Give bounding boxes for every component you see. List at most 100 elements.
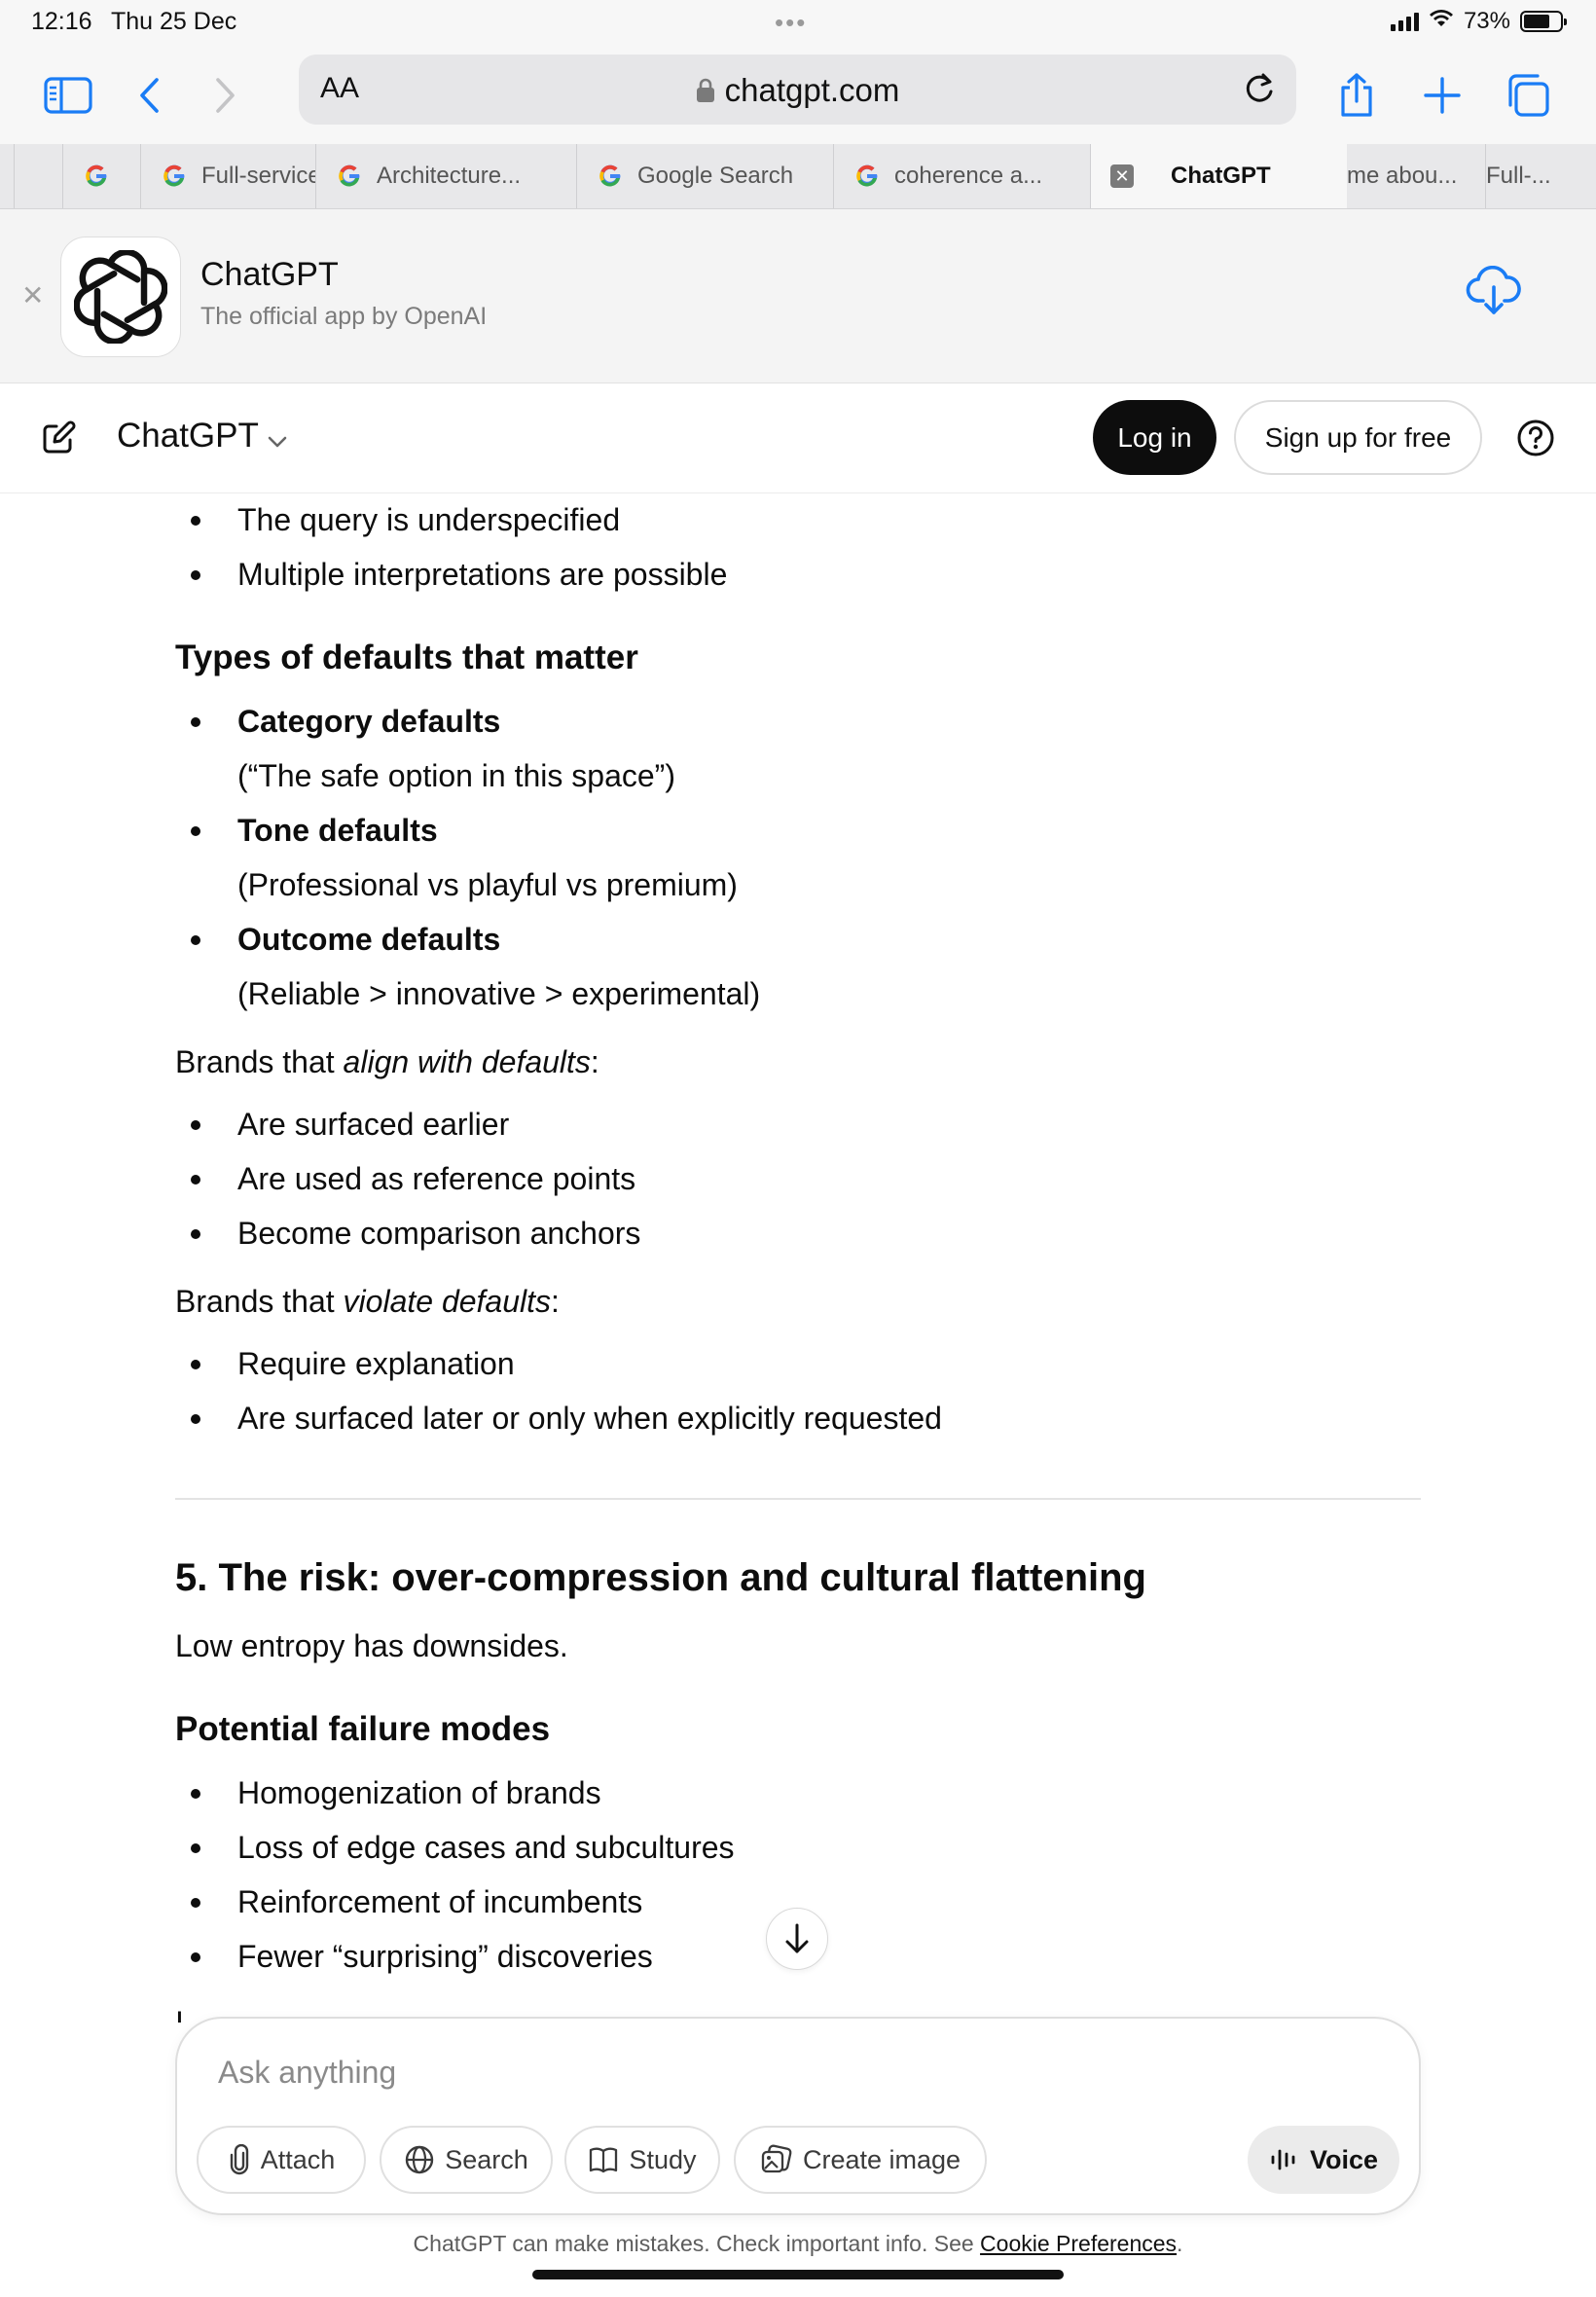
google-icon: [161, 163, 188, 190]
disclaimer-text: ChatGPT can make mistakes. Check importa…: [413, 2231, 981, 2256]
tab-6[interactable]: coherence a...: [833, 144, 1090, 208]
attach-button[interactable]: Attach: [197, 2126, 366, 2194]
status-indicators: 73%: [1390, 8, 1567, 35]
conversation-content: The query is underspecified Multiple int…: [175, 492, 1421, 1984]
book-icon: [590, 2147, 618, 2173]
paragraph: Brands that violate defaults:: [175, 1274, 1421, 1329]
smart-app-banner: ✕ ChatGPT The official app by OpenAI: [0, 209, 1596, 383]
list-item: Loss of edge cases and subcultures: [175, 1820, 1421, 1875]
url-text: chatgpt.com: [724, 72, 900, 108]
google-icon: [853, 163, 881, 190]
banner-app-subtitle: The official app by OpenAI: [200, 303, 488, 330]
tab-2[interactable]: [62, 144, 140, 208]
study-label: Study: [629, 2144, 697, 2174]
message-input[interactable]: [216, 2050, 1290, 2095]
list-item: Are used as reference points: [175, 1151, 1421, 1206]
message-composer: Attach Search Study Create image Voice: [175, 2017, 1421, 2215]
multitasking-dots[interactable]: •••: [775, 8, 807, 38]
new-tab-icon[interactable]: [1415, 68, 1469, 123]
create-image-label: Create image: [802, 2144, 961, 2174]
list-item: Multiple interpretations are possible: [175, 547, 1421, 602]
cloud-download-icon[interactable]: [1466, 265, 1522, 321]
section-heading: 5. The risk: over-compression and cultur…: [175, 1556, 1146, 1599]
emphasis-text: align with defaults: [343, 1044, 591, 1079]
status-time: 12:16: [31, 8, 92, 35]
search-button[interactable]: Search: [380, 2126, 553, 2194]
cut-off-text: I: [175, 2005, 184, 2023]
list-item: The query is underspecified: [175, 492, 1421, 547]
tab-overview-icon[interactable]: [1501, 68, 1555, 123]
help-icon[interactable]: [1516, 419, 1555, 462]
reload-icon[interactable]: [1240, 70, 1279, 114]
list-item: Are surfaced later or only when explicit…: [175, 1391, 1421, 1445]
paragraph-text: :: [590, 1044, 599, 1079]
tab-label: Full-...: [1486, 163, 1551, 189]
banner-app-title: ChatGPT: [200, 256, 339, 293]
voice-waveform-icon: [1271, 2149, 1295, 2170]
tab-label: Google Search: [637, 163, 794, 189]
chatgpt-header: ChatGPT Log in Sign up for free: [0, 383, 1596, 493]
google-icon: [336, 163, 363, 190]
paragraph: Low entropy has downsides.: [175, 1628, 568, 1663]
tab-8[interactable]: Full-...: [1485, 144, 1596, 208]
browser-toolbar: AA chatgpt.com: [0, 47, 1596, 144]
battery-percent: 73%: [1463, 8, 1510, 34]
create-image-button[interactable]: Create image: [734, 2126, 987, 2194]
list-item-description: (“The safe option in this space”): [237, 758, 675, 793]
disclaimer: ChatGPT can make mistakes. Check importa…: [0, 2231, 1596, 2257]
emphasis-text: violate defaults: [343, 1284, 552, 1319]
divider: [175, 1498, 1421, 1500]
list-item: Homogenization of brands: [175, 1766, 1421, 1820]
status-date: Thu 25 Dec: [111, 8, 237, 35]
lock-icon: [696, 74, 715, 111]
list-item-description: (Reliable > innovative > experimental): [237, 976, 761, 1011]
list-item: Become comparison anchors: [175, 1206, 1421, 1260]
list-item: Category defaults: [175, 694, 1421, 748]
paperclip-icon: [230, 2144, 248, 2175]
voice-button[interactable]: Voice: [1248, 2126, 1399, 2194]
search-label: Search: [445, 2144, 528, 2174]
image-icon: [761, 2144, 792, 2173]
attach-label: Attach: [260, 2144, 336, 2174]
forward-icon[interactable]: [198, 68, 252, 123]
close-icon[interactable]: ✕: [21, 279, 44, 311]
tab-7[interactable]: me abou...: [1347, 144, 1485, 208]
tab-label: me abou...: [1347, 163, 1458, 189]
list-item: Are surfaced earlier: [175, 1097, 1421, 1151]
tab-1[interactable]: [14, 144, 62, 208]
home-indicator[interactable]: [532, 2270, 1064, 2279]
list-item: Require explanation: [175, 1336, 1421, 1391]
openai-logo-icon: [60, 237, 181, 357]
tab-4[interactable]: Architecture...: [315, 144, 576, 208]
sign-up-button[interactable]: Sign up for free: [1234, 400, 1482, 475]
paragraph: Brands that align with defaults:: [175, 1035, 1421, 1089]
section-heading: Potential failure modes: [175, 1710, 551, 1748]
tab-chatgpt-active[interactable]: ✕ ChatGPT: [1090, 144, 1347, 208]
new-chat-icon[interactable]: [39, 419, 78, 462]
close-tab-icon[interactable]: ✕: [1110, 164, 1134, 188]
list-item: Outcome defaults: [175, 912, 1421, 966]
study-button[interactable]: Study: [564, 2126, 720, 2194]
cookie-preferences-link[interactable]: Cookie Preferences: [980, 2231, 1177, 2256]
address-bar[interactable]: AA chatgpt.com: [299, 55, 1296, 125]
tab-label: coherence a...: [894, 163, 1043, 189]
tab-label: Full-service: [201, 163, 315, 189]
tab-bar: Full-service Architecture... Google Sear…: [0, 144, 1596, 209]
tab-3[interactable]: Full-service: [140, 144, 315, 208]
voice-label: Voice: [1309, 2144, 1379, 2174]
share-icon[interactable]: [1329, 68, 1384, 123]
model-selector[interactable]: ChatGPT: [117, 417, 288, 457]
back-icon[interactable]: [123, 68, 177, 123]
google-icon: [83, 163, 110, 190]
arrow-down-icon: [785, 1923, 809, 1953]
paragraph-text: Brands that: [175, 1284, 344, 1319]
model-selector-label: ChatGPT: [117, 417, 259, 455]
sidebar-toggle-icon[interactable]: [41, 68, 95, 123]
log-in-button[interactable]: Log in: [1093, 400, 1216, 475]
list-item: Tone defaults: [175, 803, 1421, 857]
scroll-to-bottom-button[interactable]: [766, 1908, 828, 1970]
tab-label: Architecture...: [377, 163, 522, 189]
tab-5[interactable]: Google Search: [576, 144, 833, 208]
list-item-description: (Professional vs playful vs premium): [237, 867, 738, 902]
url-display[interactable]: chatgpt.com: [299, 72, 1296, 111]
